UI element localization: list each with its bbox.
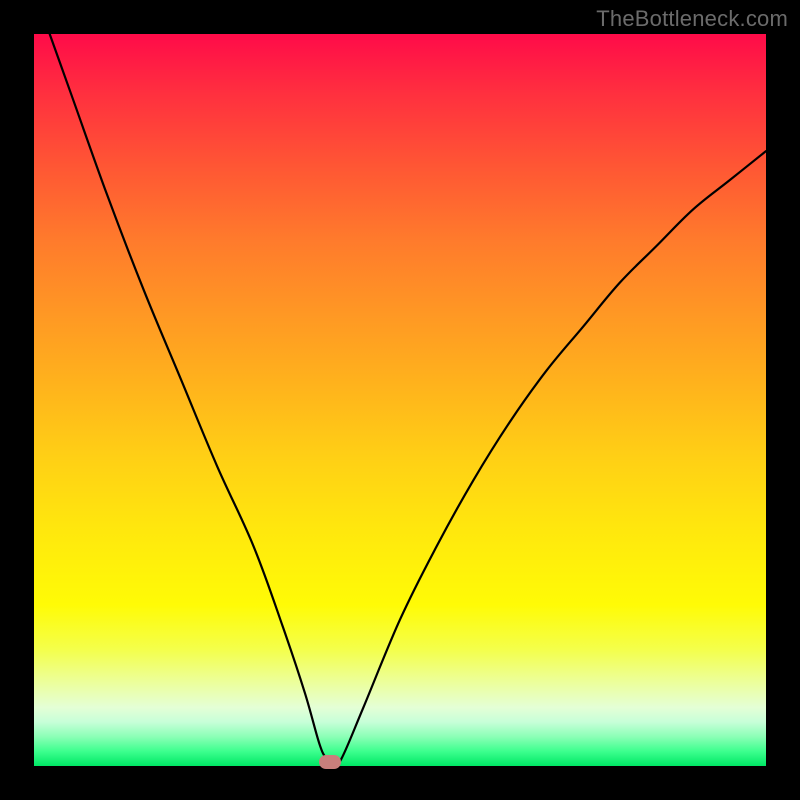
- chart-frame: TheBottleneck.com: [0, 0, 800, 800]
- plot-area: [34, 34, 766, 766]
- watermark-text: TheBottleneck.com: [596, 6, 788, 32]
- bottleneck-marker: [319, 755, 341, 769]
- bottleneck-curve: [34, 34, 766, 766]
